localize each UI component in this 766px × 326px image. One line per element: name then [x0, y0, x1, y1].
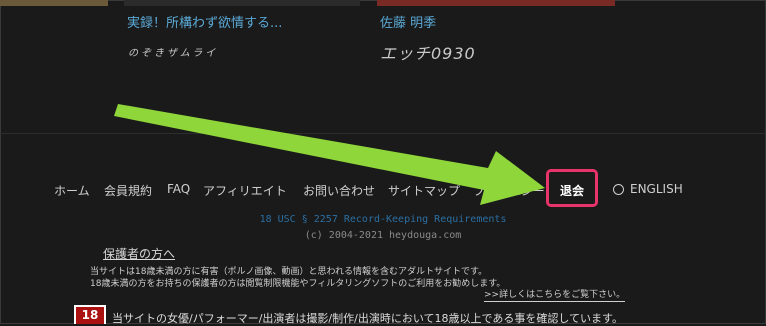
copyright-text: (c) 2004-2021 heydouga.com — [304, 230, 462, 241]
guardian-more-link[interactable]: >>詳しくはこちらをご覧下さい。 — [484, 287, 626, 302]
arrow-shape — [114, 104, 545, 205]
usc-2257-link[interactable]: 18 USC § 2257 Record-Keeping Requirement… — [0, 214, 766, 225]
guardian-notice-line-2: 18歳未満の方をお持ちの保護者の方は閲覧制限機能やフィルタリングソフトのご利用を… — [90, 279, 506, 289]
guardian-notice-title: 保護者の方へ — [103, 247, 176, 261]
withdraw-highlight-box — [546, 169, 598, 207]
badge-label: 18 — [76, 307, 104, 324]
age-18-badge: 18 — [74, 305, 106, 324]
